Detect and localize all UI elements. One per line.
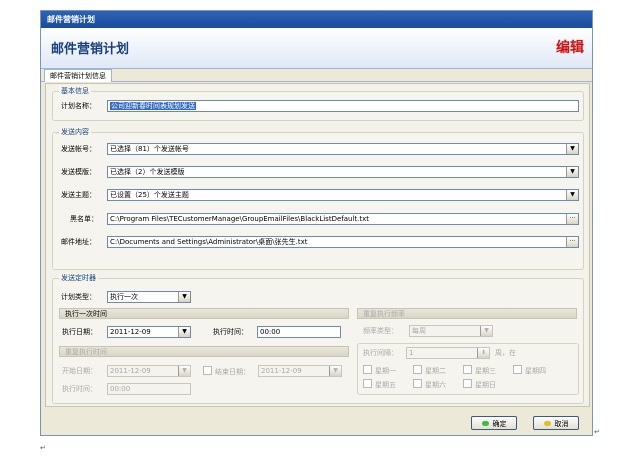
- chevron-down-icon[interactable]: ▼: [566, 167, 578, 177]
- chevron-down-icon[interactable]: ▼: [566, 144, 578, 154]
- plan-window: 邮件营销计划 邮件营销计划 编辑 邮件营销计划信息 基本信息 计划名称： 公司迎…: [40, 10, 593, 436]
- timer-group: 发送定时器 计划类型： 执行一次 ▼ 执行一次时间 执行日期： 2011-12-0…: [52, 273, 584, 404]
- plan-name-input[interactable]: 公司迎新春时间表规划发送: [107, 100, 579, 112]
- ok-icon: [481, 421, 489, 426]
- repeat-section-title: 重复执行时间: [59, 346, 349, 357]
- ok-button[interactable]: 确定: [471, 416, 517, 430]
- freq-interval-unit: 周，在: [495, 349, 516, 357]
- address-field[interactable]: C:\Documents and Settings\Administrator\…: [107, 236, 579, 248]
- freq-detail-box: 执行间隔： 1 ⬍ 周，在 星期一 星期二 星期三 星期四 星期五 星期六 星期日: [357, 343, 579, 395]
- chevron-down-icon[interactable]: ▼: [480, 326, 492, 336]
- repeat-start-picker[interactable]: 2011-12-09 ▼: [107, 365, 191, 377]
- chevron-down-icon[interactable]: ▼: [178, 366, 190, 376]
- browse-icon[interactable]: ···: [566, 214, 578, 224]
- repeat-end-checkbox[interactable]: 结束日期：: [203, 366, 250, 377]
- repeat-time-label: 执行时间：: [62, 385, 97, 393]
- day-checkbox-sat[interactable]: 星期六: [413, 379, 446, 390]
- accounts-select[interactable]: 已选择（81）个发送帐号 ▼: [107, 143, 579, 155]
- once-time-input[interactable]: 00:00: [257, 326, 341, 338]
- once-date-picker[interactable]: 2011-12-09 ▼: [107, 326, 191, 338]
- day-checkbox-mon[interactable]: 星期一: [363, 365, 396, 376]
- chevron-down-icon[interactable]: ▼: [329, 366, 341, 376]
- freq-type-label: 频率类型：: [363, 327, 398, 335]
- day-checkbox-sun[interactable]: 星期日: [463, 379, 496, 390]
- repeat-time-input[interactable]: 00:00: [107, 383, 191, 395]
- page-header: 邮件营销计划 编辑: [41, 28, 592, 69]
- chevron-down-icon[interactable]: ▼: [178, 327, 190, 337]
- address-label: 邮件地址：: [61, 238, 96, 246]
- tab-plan-info[interactable]: 邮件营销计划信息: [44, 69, 112, 82]
- blacklist-label: 黑名单：: [70, 215, 98, 223]
- subjects-select[interactable]: 已设置（25）个发送主题 ▼: [107, 189, 579, 201]
- send-content-group: 发送内容 发送帐号： 已选择（81）个发送帐号 ▼ 发送模版： 已选择（2）个发送…: [52, 127, 584, 270]
- return-mark-icon: ↵: [40, 444, 46, 452]
- plan-name-label: 计划名称：: [61, 102, 96, 110]
- basic-info-title: 基本信息: [59, 86, 91, 96]
- freq-interval-label: 执行间隔：: [363, 349, 398, 357]
- page-title: 邮件营销计划: [51, 42, 130, 57]
- mode-label: 编辑: [556, 40, 584, 56]
- freq-interval-spinner[interactable]: 1 ⬍: [406, 347, 490, 359]
- tab-content: 基本信息 计划名称： 公司迎新春时间表规划发送 发送内容 发送帐号： 已选择（8…: [45, 83, 590, 407]
- day-checkbox-thu[interactable]: 星期四: [513, 365, 546, 376]
- day-checkbox-fri[interactable]: 星期五: [363, 379, 396, 390]
- plan-type-select[interactable]: 执行一次 ▼: [107, 291, 191, 303]
- window-title: 邮件营销计划: [41, 11, 592, 28]
- return-mark-icon: ↵: [594, 428, 600, 436]
- timer-title: 发送定时器: [59, 273, 98, 283]
- cancel-button[interactable]: 取消: [533, 416, 579, 430]
- browse-icon[interactable]: ···: [566, 237, 578, 247]
- once-date-label: 执行日期：: [62, 328, 97, 336]
- cancel-icon: [543, 421, 551, 426]
- templates-label: 发送模版：: [61, 168, 96, 176]
- once-time-label: 执行时间：: [213, 328, 248, 336]
- day-checkbox-tue[interactable]: 星期二: [413, 365, 446, 376]
- chevron-down-icon[interactable]: ▼: [566, 190, 578, 200]
- dialog-footer: 确定 取消: [41, 409, 592, 436]
- tab-strip: 邮件营销计划信息: [41, 69, 592, 82]
- repeat-end-picker[interactable]: 2011-12-09 ▼: [258, 365, 342, 377]
- send-content-title: 发送内容: [59, 127, 91, 137]
- accounts-label: 发送帐号：: [61, 145, 96, 153]
- repeat-start-label: 开始日期：: [62, 367, 97, 375]
- templates-select[interactable]: 已选择（2）个发送模版 ▼: [107, 166, 579, 178]
- freq-type-select[interactable]: 每周 ▼: [409, 325, 493, 337]
- spinner-icon[interactable]: ⬍: [477, 348, 489, 358]
- blacklist-field[interactable]: C:\Program Files\TECustomerManage\GroupE…: [107, 213, 579, 225]
- chevron-down-icon[interactable]: ▼: [178, 292, 190, 302]
- freq-section-title: 重复执行频率: [357, 308, 577, 319]
- day-checkbox-wed[interactable]: 星期三: [463, 365, 496, 376]
- plan-type-label: 计划类型：: [61, 293, 96, 301]
- once-section-title: 执行一次时间: [59, 308, 349, 319]
- basic-info-group: 基本信息 计划名称： 公司迎新春时间表规划发送: [52, 86, 584, 121]
- subjects-label: 发送主题：: [61, 191, 96, 199]
